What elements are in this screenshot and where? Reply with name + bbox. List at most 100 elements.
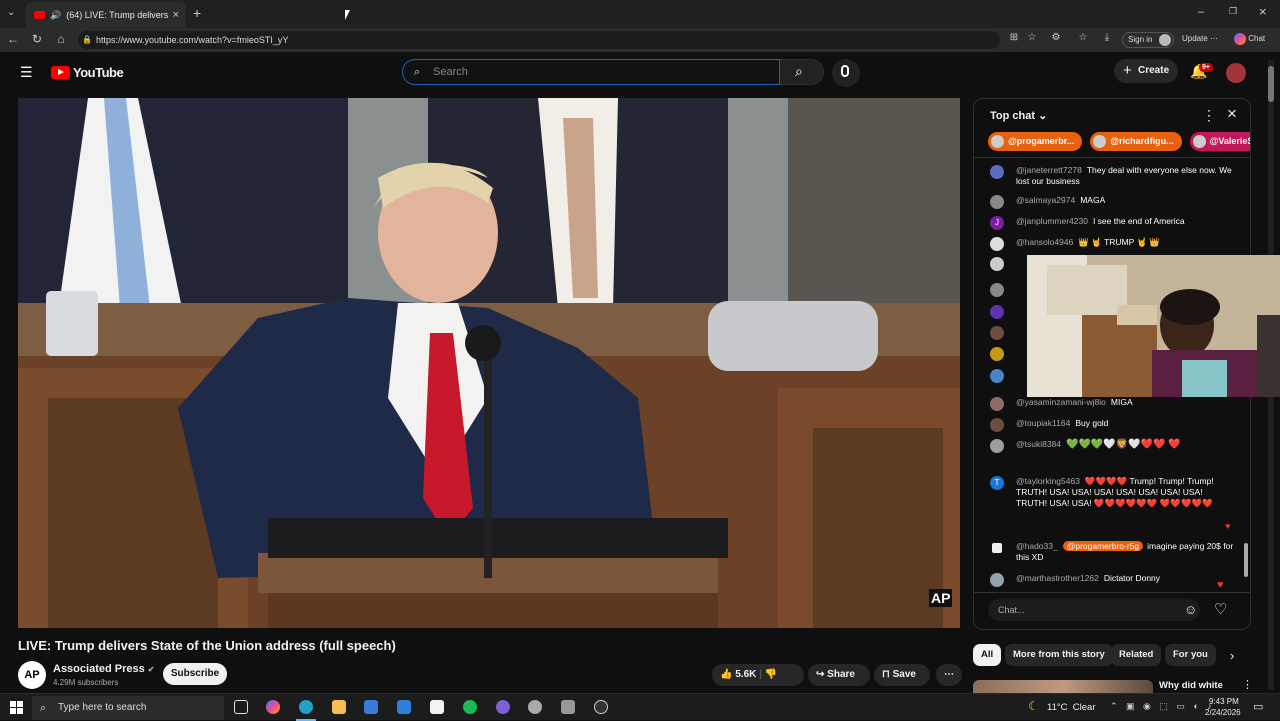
chat-text: MAGA (1080, 195, 1106, 205)
file-explorer-icon[interactable] (332, 700, 346, 714)
chip-related[interactable]: Related (1111, 644, 1162, 666)
chat-message: @hansolo4946 👑 🤘 TRUMP 🤘 👑 (990, 237, 1234, 251)
create-button[interactable]: + Create (1114, 59, 1178, 83)
discord-icon[interactable] (496, 700, 510, 714)
app-icon[interactable] (528, 700, 542, 714)
tab-list-chevron-icon[interactable]: ⌄ (7, 7, 15, 18)
windows-start-icon[interactable] (10, 701, 23, 714)
chat-author[interactable]: @toupiak1164 (1016, 418, 1070, 428)
chat-author[interactable]: @hansolo4946 (1016, 237, 1073, 247)
chat-author[interactable]: @yasaminzamani-wj8io (1016, 397, 1106, 407)
chat-author[interactable]: @tsuki8384 (1016, 439, 1061, 449)
chat-options-icon[interactable]: ⋮ (1202, 107, 1216, 124)
taskbar-search-input[interactable]: ⌕ Type here to search (32, 696, 224, 720)
more-actions-button[interactable]: ⋯ (936, 664, 962, 686)
close-tab-icon[interactable]: × (173, 9, 186, 21)
search-placeholder: Search (433, 66, 468, 78)
chat-scrollbar-thumb[interactable] (1244, 543, 1248, 577)
chat-author[interactable]: @janeterrett7278 (1016, 165, 1082, 175)
close-chat-icon[interactable]: × (1227, 104, 1237, 124)
system-tray-icons[interactable]: ⌃ ▣ ◉ ⬚ ▭ ◐ ♪ (1110, 701, 1215, 712)
chat-input[interactable]: Chat... (988, 599, 1200, 621)
notification-center-icon[interactable]: ▭ (1253, 700, 1263, 713)
extensions-icon[interactable]: ⚙ (1048, 32, 1064, 43)
chip-for-you[interactable]: For you (1165, 644, 1216, 666)
video-frame (18, 98, 960, 628)
back-icon[interactable]: ← (5, 32, 21, 46)
ticker-item[interactable]: @ValerieS (1189, 132, 1250, 151)
chip-all[interactable]: All (973, 644, 1002, 666)
browser-tab-bar: ⌄ 🔊 (64) LIVE: Trump delivers State of t… (0, 0, 1280, 28)
ticker-item[interactable]: @richardfigu... (1090, 132, 1182, 151)
heart-reaction-icon[interactable]: ♡ (1214, 600, 1227, 618)
avatar: J (990, 216, 1004, 230)
avatar: T (990, 476, 1004, 490)
mail-icon[interactable] (397, 700, 411, 714)
app-icon[interactable] (561, 700, 575, 714)
share-icon: ↪ (816, 669, 825, 680)
video-player[interactable]: AP (18, 98, 960, 628)
search-button[interactable]: ⌕ (780, 59, 824, 85)
chat-author[interactable]: @salmaya2974 (1016, 195, 1075, 205)
edge-browser-icon[interactable] (299, 700, 313, 714)
subscriber-count: 4.29M subscribers (53, 678, 119, 687)
chat-text: MIGA (1110, 397, 1133, 407)
update-button[interactable]: Update ⋯ (1182, 34, 1218, 43)
copilot-chat-button[interactable]: Chat (1234, 33, 1265, 45)
account-avatar[interactable] (1226, 63, 1246, 83)
new-tab-button[interactable]: + (193, 5, 201, 21)
task-view-icon[interactable] (234, 700, 248, 714)
clock-date[interactable]: 2/24/2026 (1205, 708, 1241, 717)
obs-icon[interactable] (594, 700, 608, 714)
maximize-button[interactable]: ❐ (1229, 6, 1237, 17)
chat-author[interactable]: @janplummer4230 (1016, 216, 1088, 226)
downloads-icon[interactable]: ⤓ (1099, 32, 1115, 43)
home-icon[interactable]: ⌂ (53, 32, 69, 46)
sign-in-button[interactable]: Sign in (1122, 32, 1174, 48)
split-screen-icon[interactable]: ⊞ (1006, 32, 1022, 43)
copilot-app-icon[interactable] (266, 700, 280, 714)
like-button[interactable]: 👍 5.6K | 👎 (712, 664, 804, 686)
save-button[interactable]: ⊓ Save (874, 664, 930, 686)
weather-text[interactable]: 11°C Clear (1047, 702, 1096, 713)
favorite-star-icon[interactable]: ☆ (1024, 32, 1040, 43)
chat-author[interactable]: @marthastrother1262 (1016, 573, 1099, 583)
browser-tab[interactable]: 🔊 (64) LIVE: Trump delivers State of the… (26, 2, 186, 28)
spotify-icon[interactable] (463, 700, 477, 714)
search-icon: ⌕ (795, 63, 803, 79)
audio-playing-icon[interactable]: 🔊 (50, 10, 61, 21)
ap-watermark: AP (929, 589, 953, 607)
favorites-icon[interactable]: ☆ (1075, 32, 1091, 43)
channel-name[interactable]: Associated Press ✔ (53, 663, 154, 675)
video-title: LIVE: Trump delivers State of the Union … (18, 638, 396, 653)
share-button[interactable]: ↪ Share (808, 664, 870, 686)
microsoft-store-icon[interactable] (364, 700, 378, 714)
chevron-down-icon: ⌄ (1038, 110, 1048, 122)
chat-author[interactable]: @hado33_ (1016, 541, 1058, 551)
notepad-icon[interactable] (430, 700, 444, 714)
page-scrollbar-thumb[interactable] (1268, 66, 1274, 102)
youtube-logo[interactable]: YouTube (51, 65, 124, 80)
voice-search-button[interactable] (832, 59, 860, 87)
avatar (990, 418, 1004, 432)
related-thumbnail[interactable] (973, 680, 1153, 693)
youtube-play-icon (51, 66, 70, 79)
channel-avatar[interactable]: AP (18, 661, 46, 689)
related-video-title[interactable]: Why did white (1159, 680, 1223, 691)
chips-next-chevron-icon[interactable]: › (1230, 648, 1234, 663)
emoji-icon[interactable]: ☺ (1184, 602, 1197, 617)
url-field[interactable]: 🔒 https://www.youtube.com/watch?v=fmieoS… (78, 31, 1000, 49)
related-more-icon[interactable]: ⋮ (1242, 678, 1253, 691)
menu-icon[interactable]: ☰ (20, 64, 33, 81)
chat-author[interactable]: @taylorking5463 (1016, 476, 1080, 486)
refresh-icon[interactable]: ↻ (29, 32, 45, 46)
thumbs-down-icon[interactable]: 👎 (765, 669, 777, 680)
minimize-button[interactable]: – (1198, 6, 1204, 18)
chip-more-from-story[interactable]: More from this story (1005, 644, 1113, 666)
chat-mention[interactable]: @progamerbro-r5g (1062, 541, 1144, 551)
subscribe-button[interactable]: Subscribe (163, 663, 227, 685)
search-input[interactable]: ⌕ Search (402, 59, 780, 85)
clock-time[interactable]: 9:43 PM (1209, 697, 1239, 706)
close-window-button[interactable]: × (1259, 4, 1267, 19)
ticker-item[interactable]: @progamerbr... (988, 132, 1083, 151)
